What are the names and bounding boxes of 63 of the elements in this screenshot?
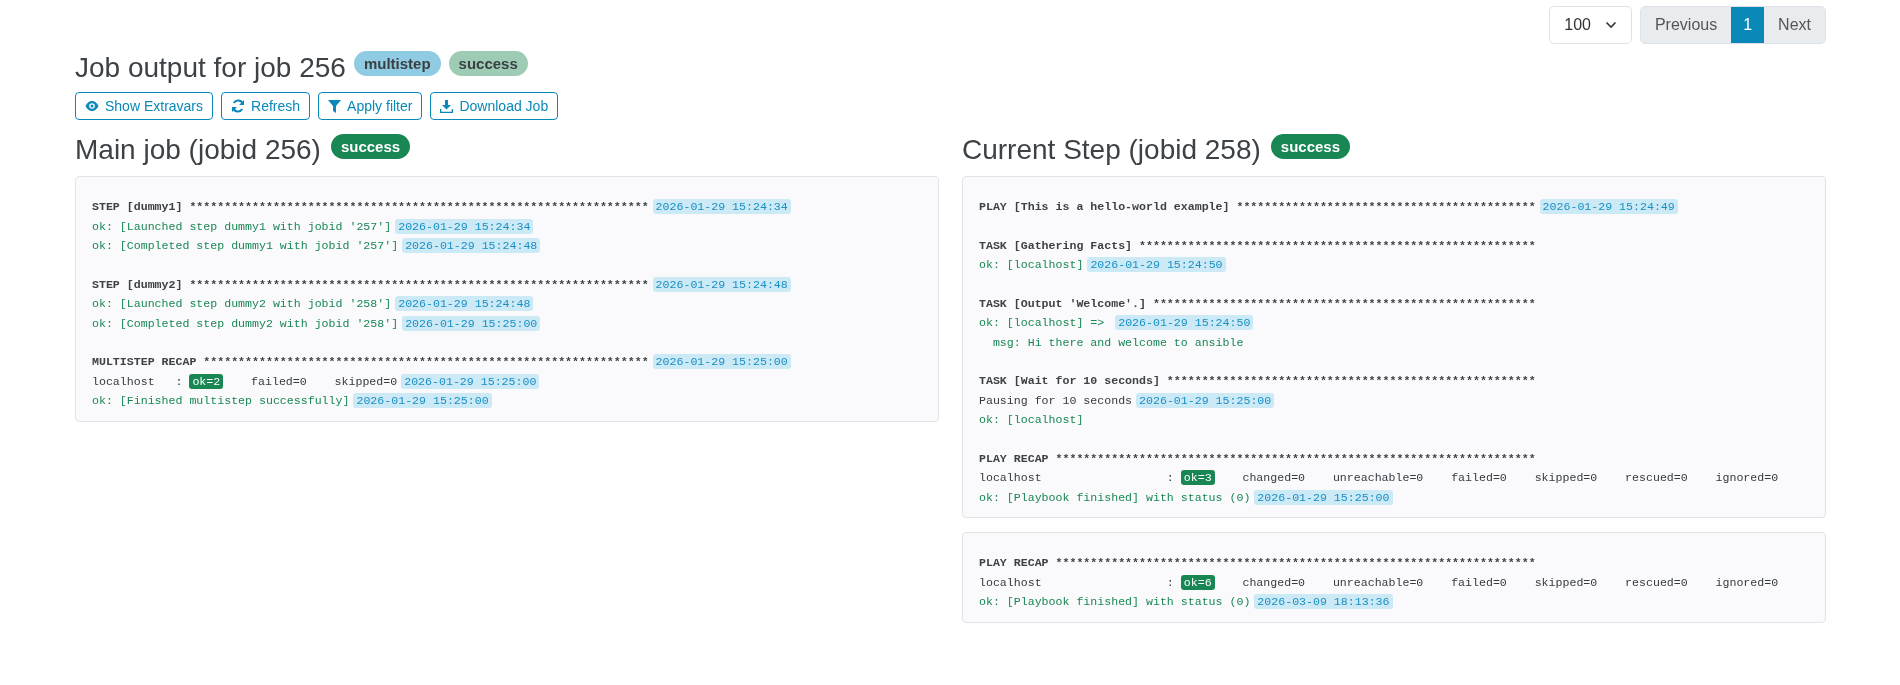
log-text: ok: [localhost] xyxy=(979,258,1084,272)
timestamp-chip: 2026-01-29 15:24:48 xyxy=(652,276,791,292)
download-button[interactable]: Download Job xyxy=(430,92,559,120)
filter-icon xyxy=(328,99,342,113)
eye-icon xyxy=(85,100,99,112)
log-text: ok: [localhost] xyxy=(979,413,1084,427)
log-text: msg: Hi there and welcome to ansible xyxy=(991,335,1244,349)
page-title: Job output for job 256 xyxy=(75,52,346,84)
log-text: ok: [Launched step dummy1 with jobid '257'] xyxy=(92,219,392,233)
log-text: failed=0 skipped=0 xyxy=(250,374,398,388)
ok-count-chip: ok=6 xyxy=(1180,574,1215,590)
ok-count-chip: ok=3 xyxy=(1180,470,1215,486)
log-heading: PLAY RECAP ********************************************************************* xyxy=(979,451,1536,465)
timestamp-chip: 2026-01-29 15:24:48 xyxy=(395,296,534,312)
timestamp-chip: 2026-01-29 15:24:34 xyxy=(652,199,791,215)
refresh-icon xyxy=(231,99,246,113)
refresh-button[interactable]: Refresh xyxy=(221,92,311,120)
log-text: changed=0 unreachable=0 failed=0 skipped=0 rescued=0 ignored=0 xyxy=(1241,575,1779,589)
timestamp-chip: 2026-01-29 15:24:48 xyxy=(402,238,541,254)
chevron-down-icon xyxy=(1604,21,1617,29)
log-heading: TASK [Gathering Facts] ********************************************************* xyxy=(979,238,1536,252)
log-heading: PLAY RECAP ********************************************************************* xyxy=(979,556,1536,570)
log-text: changed=0 unreachable=0 failed=0 skipped=0 rescued=0 ignored=0 xyxy=(1241,471,1779,485)
log-heading: STEP [dummy2] ****************************************************************** xyxy=(92,277,649,291)
download-icon xyxy=(440,99,454,113)
status-badge: success xyxy=(330,133,411,159)
timestamp-chip: 2026-03-09 18:13:36 xyxy=(1254,594,1393,610)
log-text: localhost : xyxy=(92,374,184,388)
timestamp-chip: 2026-01-29 15:25:00 xyxy=(1136,392,1275,408)
log-text: ok: [Playbook finished] with status (0) xyxy=(979,490,1251,504)
page-button[interactable]: 1 xyxy=(1731,7,1765,43)
log-text: ok: [Completed step dummy2 with jobid '258'] xyxy=(92,316,399,330)
section-title: Current Step (jobid 258) xyxy=(962,134,1261,166)
log-text: ok: [Completed step dummy1 with jobid '257'] xyxy=(92,239,399,253)
filter-button[interactable]: Apply filter xyxy=(318,92,423,120)
log-text: Pausing for 10 seconds xyxy=(979,393,1133,407)
log-text: ok: [Finished multistep successfully] xyxy=(92,394,350,408)
status-badge: success xyxy=(1270,133,1351,159)
job-type-badge: multistep xyxy=(353,50,441,76)
log-text: localhost : xyxy=(979,575,1175,589)
timestamp-chip: 2026-01-29 15:25:00 xyxy=(1254,489,1393,505)
log-heading: TASK [Output 'Welcome'.] ******************************************************* xyxy=(979,296,1536,310)
page-size-select[interactable]: 100 xyxy=(1549,6,1632,44)
timestamp-chip: 2026-01-29 15:25:00 xyxy=(402,315,541,331)
log-heading: STEP [dummy1] ****************************************************************** xyxy=(92,200,649,214)
log-text: ok: [Playbook finished] with status (0) xyxy=(979,595,1251,609)
eye-button[interactable]: Show Extravars xyxy=(75,92,214,120)
log-heading: TASK [Wait for 10 seconds] ***************************************************** xyxy=(979,374,1536,388)
log-heading: MULTISTEP RECAP **************************************************************** xyxy=(92,355,649,369)
section-title: Main job (jobid 256) xyxy=(75,134,321,166)
log-text: ok: [Launched step dummy2 with jobid '258'] xyxy=(92,297,392,311)
log-text: ok: [localhost] => xyxy=(979,316,1106,330)
timestamp-chip: 2026-01-29 15:24:49 xyxy=(1539,199,1678,215)
log-heading: PLAY [This is a hello-world example] ******************************************* xyxy=(979,200,1536,214)
timestamp-chip: 2026-01-29 15:24:34 xyxy=(395,218,534,234)
timestamp-chip: 2026-01-29 15:25:00 xyxy=(353,393,492,409)
log-text: localhost : xyxy=(979,471,1175,485)
timestamp-chip: 2026-01-29 15:25:00 xyxy=(652,354,791,370)
status-badge: success xyxy=(448,50,528,76)
timestamp-chip: 2026-01-29 15:25:00 xyxy=(401,373,540,389)
timestamp-chip: 2026-01-29 15:24:50 xyxy=(1087,257,1226,273)
ok-count-chip: ok=2 xyxy=(189,373,224,389)
timestamp-chip: 2026-01-29 15:24:50 xyxy=(1115,315,1254,331)
